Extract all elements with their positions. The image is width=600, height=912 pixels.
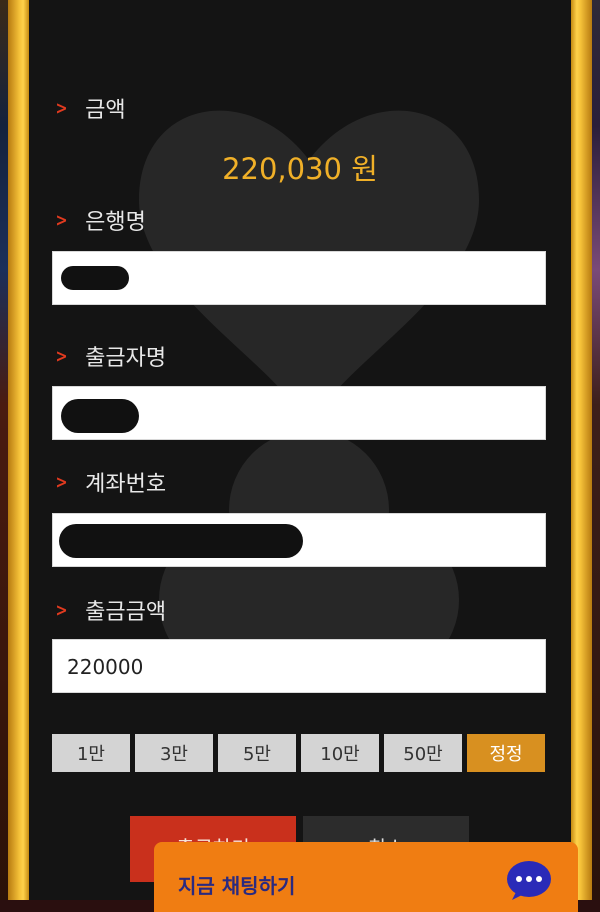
- chevron-right-icon: >: [55, 345, 68, 367]
- chevron-right-icon: >: [55, 209, 68, 231]
- account-number-input[interactable]: [52, 513, 546, 567]
- chevron-right-icon: >: [55, 599, 68, 621]
- account-label: > 계좌번호: [55, 471, 167, 498]
- amount-label: > 금액: [55, 97, 126, 124]
- chevron-right-icon: >: [55, 471, 68, 493]
- withdraw-amount-label: > 출금금액: [55, 599, 167, 626]
- chat-bubble-icon[interactable]: [506, 860, 552, 900]
- quick-amount-button[interactable]: 1만: [52, 734, 130, 772]
- chat-label: 지금 채팅하기: [178, 874, 296, 898]
- redacted-mark: [59, 524, 303, 558]
- redacted-mark: [61, 399, 139, 433]
- withdraw-amount-input[interactable]: 220000: [52, 639, 546, 693]
- chevron-right-icon: >: [55, 97, 68, 119]
- redacted-mark: [61, 266, 129, 290]
- quick-amount-button[interactable]: 10만: [301, 734, 379, 772]
- quick-amount-button[interactable]: 5만: [218, 734, 296, 772]
- holder-name-input[interactable]: [52, 386, 546, 440]
- bank-name-input[interactable]: [52, 251, 546, 305]
- reset-amount-button[interactable]: 정정: [467, 734, 545, 772]
- bank-label: > 은행명: [55, 209, 146, 236]
- chat-widget[interactable]: 지금 채팅하기: [154, 842, 578, 912]
- balance-amount: 220,030 원: [222, 152, 378, 186]
- holder-label: > 출금자명: [55, 345, 167, 372]
- quick-amount-button[interactable]: 50만: [384, 734, 462, 772]
- quick-amount-button[interactable]: 3만: [135, 734, 213, 772]
